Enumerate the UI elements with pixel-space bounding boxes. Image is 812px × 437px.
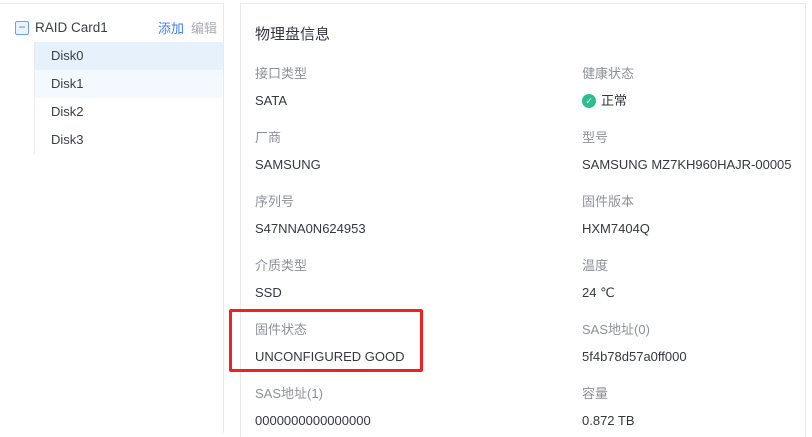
field-label: 固件版本 [582,194,805,210]
panel-title: 物理盘信息 [255,25,805,45]
tree-node-disk1[interactable]: Disk1 [35,70,223,98]
collapse-minus-icon[interactable] [15,21,29,35]
field-value: SSD [255,285,582,301]
field-value: 0000000000000000 [255,413,582,429]
health-status-text: 正常 [601,93,627,109]
field-label: 接口类型 [255,66,582,82]
field-value: 0.872 TB [582,413,805,429]
raid-tree-sidebar: RAID Card1 添加 编辑 Disk0 Disk1 Disk2 Disk3 [0,3,224,433]
field-sas-address-1: SAS地址(1) 0000000000000000 [255,386,582,437]
check-circle-icon [582,94,596,108]
field-health-status: 健康状态 正常 [582,66,805,130]
field-vendor: 厂商 SAMSUNG [255,130,582,194]
field-label: 型号 [582,130,805,146]
field-media-type: 介质类型 SSD [255,258,582,322]
field-value: 正常 [582,93,805,109]
field-temperature: 温度 24 ℃ [582,258,805,322]
field-value: SAMSUNG [255,157,582,173]
field-sas-address-0: SAS地址(0) 5f4b78d57a0ff000 [582,322,805,386]
field-model: 型号 SAMSUNG MZ7KH960HAJR-00005 [582,130,805,194]
add-link[interactable]: 添加 [158,18,184,37]
tree-node-disk0[interactable]: Disk0 [35,42,223,70]
physical-disk-info-panel: 物理盘信息 接口类型 SATA 健康状态 正常 厂商 SAMSUNG 型号 SA… [240,3,806,437]
field-value: UNCONFIGURED GOOD [255,349,582,365]
tree-actions: 添加 编辑 [158,18,217,37]
field-firmware-state: 固件状态 UNCONFIGURED GOOD [255,322,582,386]
field-value: HXM7404Q [582,221,805,237]
field-label: 厂商 [255,130,582,146]
tree-node-label: RAID Card1 [35,20,108,35]
field-value: 5f4b78d57a0ff000 [582,349,805,365]
field-label: 固件状态 [255,322,582,338]
edit-link[interactable]: 编辑 [191,18,217,37]
field-label: 容量 [582,386,805,402]
field-value: SAMSUNG MZ7KH960HAJR-00005 [582,157,805,173]
field-serial-number: 序列号 S47NNA0N624953 [255,194,582,258]
fields-grid: 接口类型 SATA 健康状态 正常 厂商 SAMSUNG 型号 SAMSUNG … [255,66,805,437]
field-label: 健康状态 [582,66,805,82]
field-interface-type: 接口类型 SATA [255,66,582,130]
tree-node-disk3[interactable]: Disk3 [35,126,223,154]
field-label: 温度 [582,258,805,274]
tree-node-raid-card1[interactable]: RAID Card1 添加 编辑 [0,13,223,42]
field-value: SATA [255,93,582,109]
field-label: 介质类型 [255,258,582,274]
field-label: 序列号 [255,194,582,210]
field-value: 24 ℃ [582,285,805,301]
field-label: SAS地址(1) [255,386,582,402]
field-capacity: 容量 0.872 TB [582,386,805,437]
field-label: SAS地址(0) [582,322,805,338]
tree-children: Disk0 Disk1 Disk2 Disk3 [34,42,223,154]
field-firmware-version: 固件版本 HXM7404Q [582,194,805,258]
tree-node-disk2[interactable]: Disk2 [35,98,223,126]
field-value: S47NNA0N624953 [255,221,582,237]
